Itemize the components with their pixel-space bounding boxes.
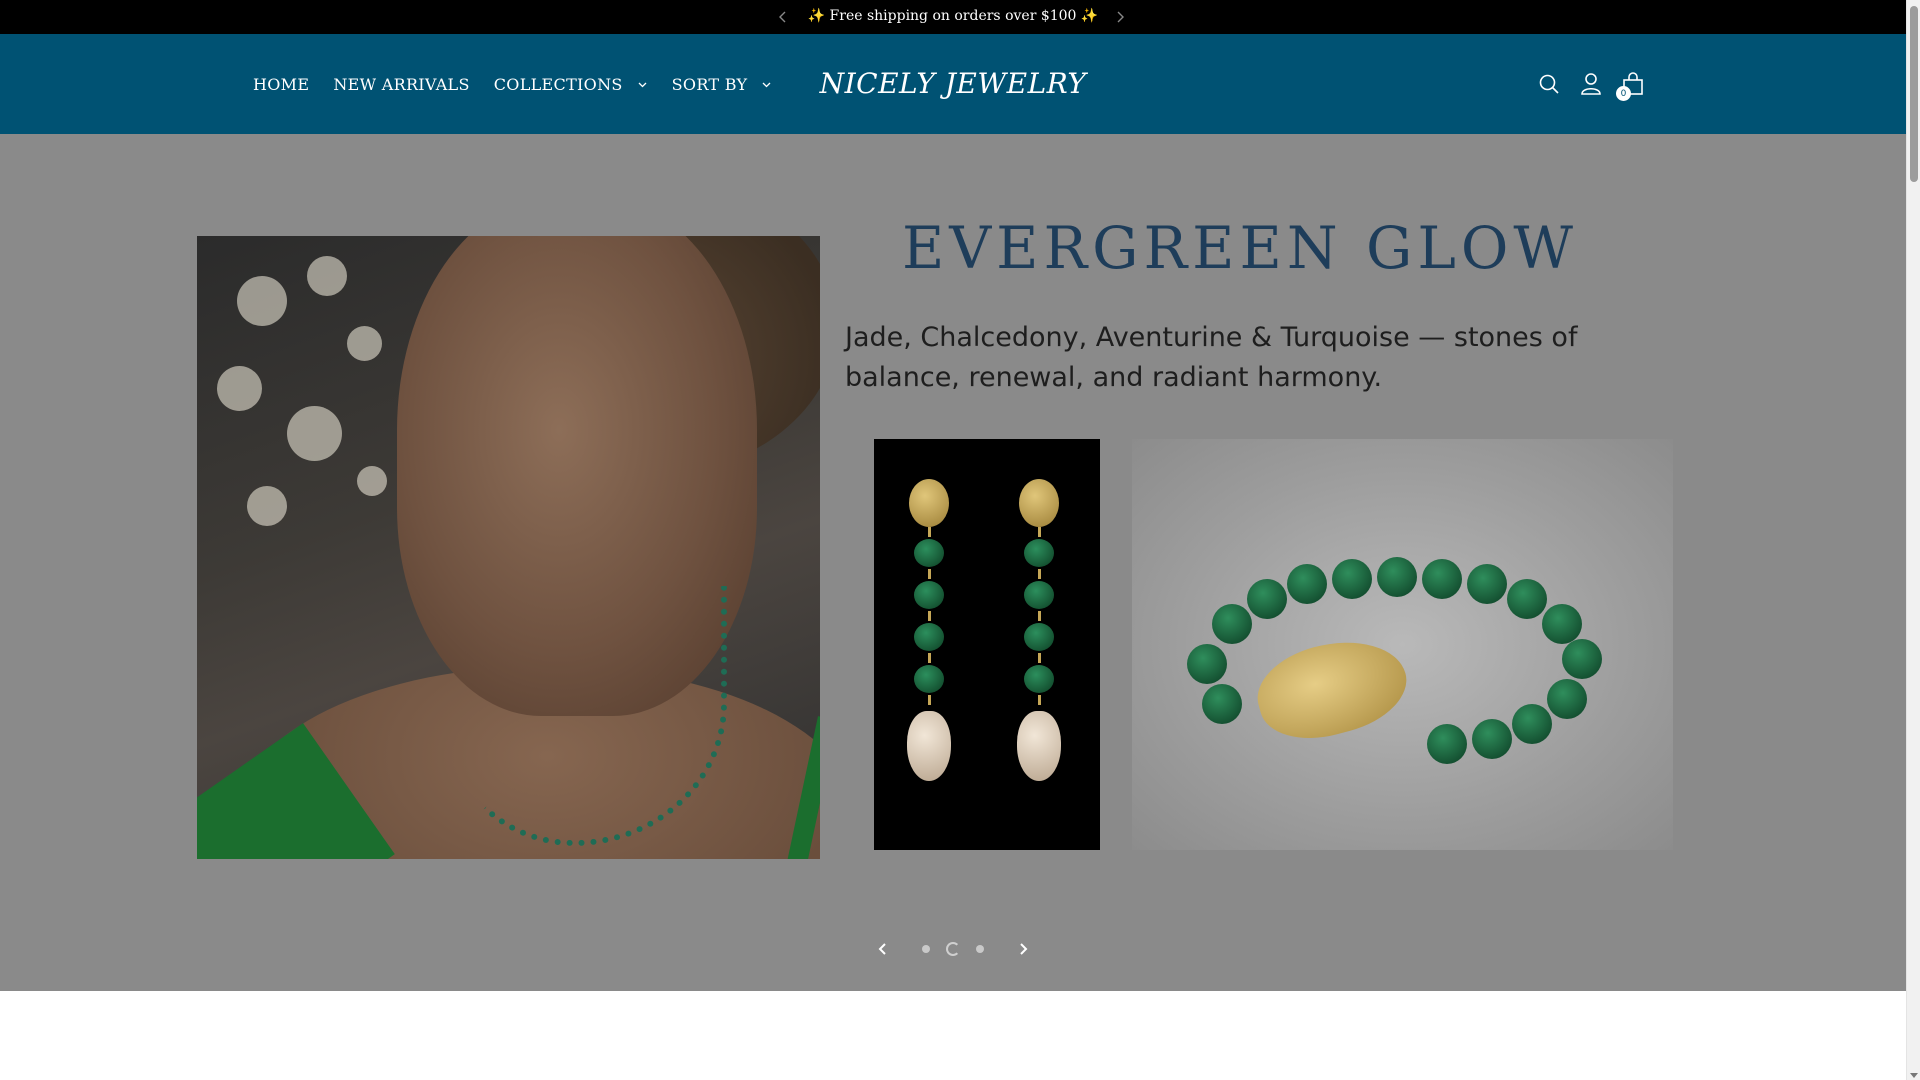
scroll-down-arrow-icon[interactable] bbox=[1910, 1073, 1918, 1078]
earrings-photo bbox=[874, 439, 1100, 850]
slide-prev-button[interactable] bbox=[870, 936, 896, 962]
bracelet-photo bbox=[1132, 439, 1673, 850]
slide-next-button[interactable] bbox=[1010, 936, 1036, 962]
hero-headline: EVERGREEN GLOW bbox=[901, 214, 1579, 282]
model-photo bbox=[197, 236, 820, 859]
page-scrollbar[interactable] bbox=[1906, 0, 1920, 1080]
account-icon bbox=[1581, 73, 1601, 95]
slide-dot-3[interactable] bbox=[976, 945, 984, 953]
cart-button[interactable]: 0 bbox=[1616, 71, 1646, 101]
announcement-bar: ✨ Free shipping on orders over $100 ✨ bbox=[0, 0, 1906, 34]
search-button[interactable] bbox=[1536, 71, 1562, 97]
cart-count-badge: 0 bbox=[1616, 86, 1631, 101]
hero-slideshow: EVERGREEN GLOW Jade, Chalcedony, Aventur… bbox=[0, 134, 1906, 991]
slideshow-controls bbox=[0, 934, 1906, 964]
search-icon bbox=[1539, 74, 1559, 94]
announcement-text: ✨ Free shipping on orders over $100 ✨ bbox=[807, 8, 1099, 24]
hero-subline: Jade, Chalcedony, Aventurine & Turquoise… bbox=[845, 322, 1578, 393]
slide-dot-1[interactable] bbox=[922, 945, 930, 953]
chevron-right-icon bbox=[1020, 943, 1028, 955]
scrollbar-thumb[interactable] bbox=[1910, 6, 1918, 182]
header-icons: 0 bbox=[1520, 34, 1646, 134]
site-header: HOME NEW ARRIVALS COLLECTIONS SORT BY NI… bbox=[0, 34, 1906, 134]
chevron-right-icon bbox=[1117, 11, 1124, 23]
account-button[interactable] bbox=[1578, 71, 1604, 97]
chevron-left-icon bbox=[878, 943, 886, 955]
slide-dot-2[interactable] bbox=[946, 942, 960, 956]
announcement-next-button[interactable] bbox=[1109, 6, 1131, 28]
